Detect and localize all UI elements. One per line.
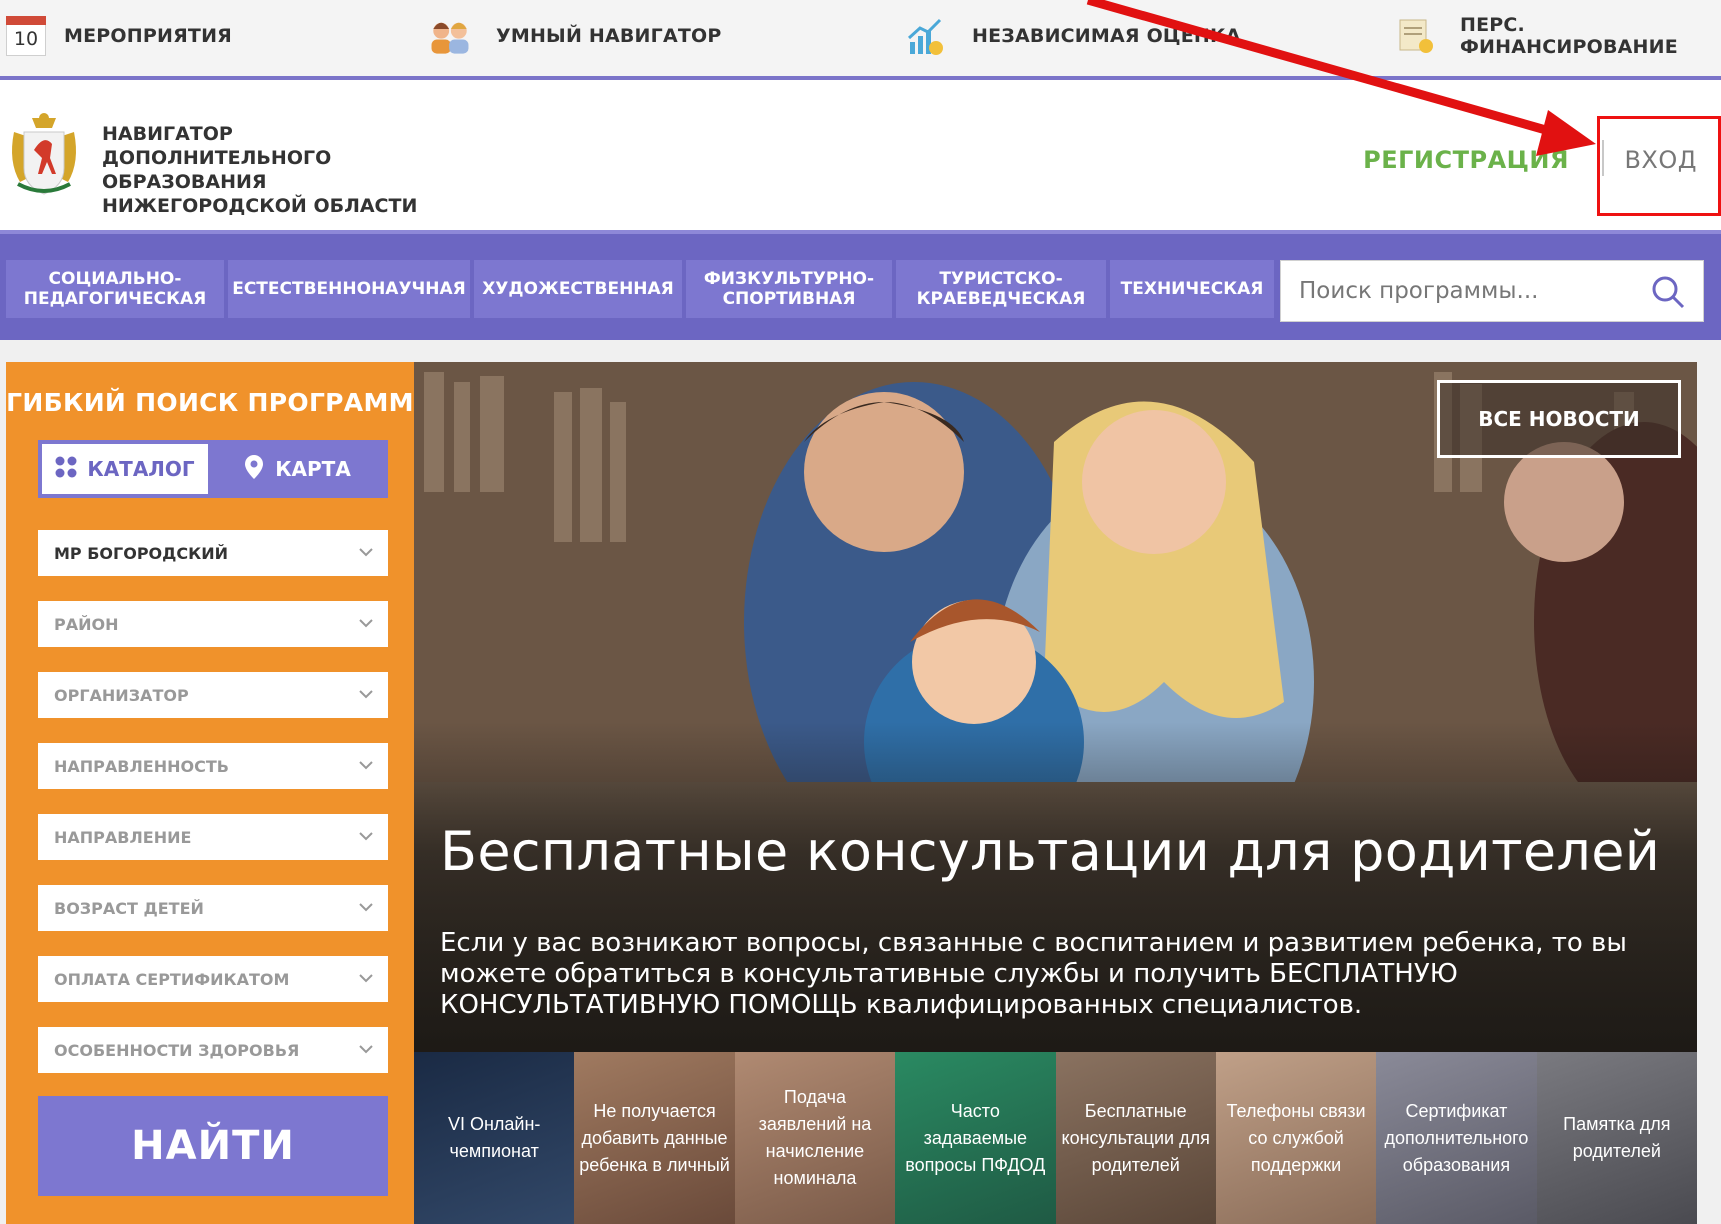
tab-map[interactable]: КАРТА: [212, 444, 384, 494]
grid-icon: [55, 456, 77, 483]
independent-assessment-link[interactable]: НЕЗАВИСИМАЯ ОЦЕНКА: [904, 14, 1241, 58]
tab-catalog[interactable]: КАТАЛОГ: [42, 444, 208, 494]
child-age-select-value: ВОЗРАСТ ДЕТЕЙ: [54, 898, 204, 918]
chevron-down-icon: [358, 899, 374, 915]
focus-select[interactable]: НАПРАВЛЕННОСТЬ: [38, 743, 388, 789]
calendar-icon: 10: [6, 16, 46, 56]
personal-financing-label: ПЕРС. ФИНАНСИРОВАНИЕ: [1460, 14, 1678, 58]
news-thumb-title: Телефоны связи со службой поддержки: [1226, 1100, 1366, 1175]
events-link[interactable]: 10 МЕРОПРИЯТИЯ: [6, 14, 232, 58]
news-thumb-free-consultations[interactable]: Бесплатные консультации для родителей: [1055, 1052, 1216, 1224]
flexible-search-panel: ГИБКИЙ ПОИСК ПРОГРАММ КАТАЛОГ КАРТА МР Б…: [6, 362, 414, 1224]
municipality-select-value: МР БОГОРОДСКИЙ: [54, 543, 228, 563]
view-tabs: КАТАЛОГ КАРТА: [38, 440, 388, 498]
search-input[interactable]: [1297, 277, 1631, 305]
health-features-select[interactable]: ОСОБЕННОСТИ ЗДОРОВЬЯ: [38, 1027, 388, 1073]
certificate-payment-select[interactable]: ОПЛАТА СЕРТИФИКАТОМ: [38, 956, 388, 1002]
search-icon[interactable]: [1651, 275, 1685, 309]
chevron-down-icon: [358, 970, 374, 986]
program-search: [1280, 260, 1704, 322]
district-select[interactable]: РАЙОН: [38, 601, 388, 647]
personal-financing-link[interactable]: ПЕРС. ФИНАНСИРОВАНИЕ: [1396, 14, 1721, 58]
news-thumb-faq[interactable]: Часто задаваемые вопросы ПФДОД: [895, 1052, 1056, 1224]
chevron-down-icon: [358, 615, 374, 631]
login-highlight-box: [1597, 116, 1721, 216]
news-thumb-certificate[interactable]: Сертификат дополнительного образования: [1376, 1052, 1537, 1224]
news-thumb-title: VI Онлайн-чемпионат: [447, 1114, 541, 1161]
site-title[interactable]: НАВИГАТОР ДОПОЛНИТЕЛЬНОГО ОБРАЗОВАНИЯ НИ…: [102, 122, 432, 218]
hero-description: Если у вас возникают вопросы, связанные …: [440, 928, 1627, 1020]
tab-catalog-label: КАТАЛОГ: [87, 457, 195, 481]
filter-title: ГИБКИЙ ПОИСК ПРОГРАММ: [6, 388, 414, 417]
category-art[interactable]: ХУДОЖЕСТВЕННАЯ: [474, 260, 682, 318]
chevron-down-icon: [358, 828, 374, 844]
news-thumb-parents-memo[interactable]: Памятка для родителей: [1536, 1052, 1697, 1224]
chevron-down-icon: [358, 686, 374, 702]
smart-navigator-label: УМНЫЙ НАВИГАТОР: [496, 25, 722, 47]
independent-assessment-label: НЕЗАВИСИМАЯ ОЦЕНКА: [972, 25, 1241, 47]
news-thumbnails: VI Онлайн-чемпионат Не получается добави…: [414, 1052, 1697, 1224]
events-label: МЕРОПРИЯТИЯ: [64, 25, 233, 47]
news-thumb-title: Сертификат дополнительного образования: [1384, 1100, 1529, 1175]
chevron-down-icon: [358, 757, 374, 773]
category-tourism[interactable]: ТУРИСТСКО-КРАЕВЕДЧЕСКАЯ: [896, 260, 1106, 318]
health-features-select-value: ОСОБЕННОСТИ ЗДОРОВЬЯ: [54, 1040, 300, 1060]
people-icon: [428, 16, 472, 56]
register-link[interactable]: РЕГИСТРАЦИЯ: [1363, 146, 1569, 174]
news-thumb-title: Подача заявлений на начисление номинала: [758, 1087, 872, 1188]
find-button[interactable]: НАЙТИ: [38, 1096, 388, 1196]
certificate-payment-select-value: ОПЛАТА СЕРТИФИКАТОМ: [54, 969, 290, 989]
services-bar: 10 МЕРОПРИЯТИЯ УМНЫЙ НАВИГАТОР НЕЗАВИСИМ…: [0, 0, 1721, 80]
category-technical[interactable]: ТЕХНИЧЕСКАЯ: [1110, 260, 1274, 318]
smart-navigator-link[interactable]: УМНЫЙ НАВИГАТОР: [428, 14, 722, 58]
region-coat-of-arms-logo[interactable]: [8, 110, 80, 200]
news-hero-banner[interactable]: ВСЕ НОВОСТИ Бесплатные консультации для …: [414, 362, 1697, 1052]
chart-growth-icon: [904, 16, 948, 56]
municipality-select[interactable]: МР БОГОРОДСКИЙ: [38, 530, 388, 576]
site-header: НАВИГАТОР ДОПОЛНИТЕЛЬНОГО ОБРАЗОВАНИЯ НИ…: [0, 80, 1721, 230]
calendar-day: 10: [13, 28, 39, 50]
news-thumb-title: Не получается добавить данные ребенка в …: [579, 1100, 730, 1175]
organizer-select-value: ОРГАНИЗАТОР: [54, 685, 189, 705]
organizer-select[interactable]: ОРГАНИЗАТОР: [38, 672, 388, 718]
news-thumb-online-championship[interactable]: VI Онлайн-чемпионат: [414, 1052, 575, 1224]
news-thumb-applications[interactable]: Подача заявлений на начисление номинала: [734, 1052, 896, 1224]
direction-select-value: НАПРАВЛЕНИЕ: [54, 827, 192, 847]
news-thumb-support-phones[interactable]: Телефоны связи со службой поддержки: [1215, 1052, 1377, 1224]
tab-map-label: КАРТА: [275, 457, 351, 481]
category-natural-science[interactable]: ЕСТЕСТВЕННОНАУЧНАЯ: [228, 260, 470, 318]
category-social-pedagogical[interactable]: СОЦИАЛЬНО-ПЕДАГОГИЧЕСКАЯ: [6, 260, 224, 318]
certificate-icon: [1396, 16, 1436, 56]
news-thumb-title: Памятка для родителей: [1563, 1114, 1671, 1161]
chevron-down-icon: [358, 1041, 374, 1057]
chevron-down-icon: [358, 544, 374, 560]
news-thumb-title: Бесплатные консультации для родителей: [1061, 1100, 1210, 1175]
category-sports[interactable]: ФИЗКУЛЬТУРНО-СПОРТИВНАЯ: [686, 260, 892, 318]
focus-select-value: НАПРАВЛЕННОСТЬ: [54, 756, 229, 776]
category-nav: СОЦИАЛЬНО-ПЕДАГОГИЧЕСКАЯ ЕСТЕСТВЕННОНАУЧ…: [0, 230, 1721, 340]
news-thumb-title: Часто задаваемые вопросы ПФДОД: [905, 1100, 1046, 1175]
hero-title[interactable]: Бесплатные консультации для родителей: [440, 820, 1660, 883]
direction-select[interactable]: НАПРАВЛЕНИЕ: [38, 814, 388, 860]
map-pin-icon: [245, 454, 264, 484]
news-thumb-add-child-data[interactable]: Не получается добавить данные ребенка в …: [574, 1052, 735, 1224]
district-select-value: РАЙОН: [54, 614, 119, 634]
child-age-select[interactable]: ВОЗРАСТ ДЕТЕЙ: [38, 885, 388, 931]
all-news-button[interactable]: ВСЕ НОВОСТИ: [1437, 380, 1681, 458]
